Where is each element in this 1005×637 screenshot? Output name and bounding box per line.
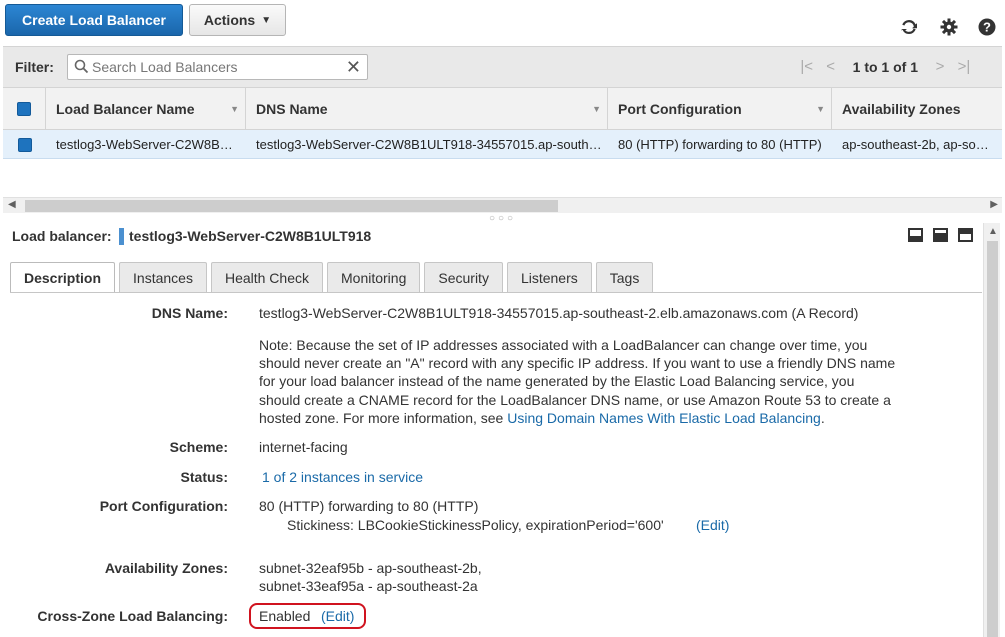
scheme-value: internet-facing — [259, 439, 348, 455]
port-configuration-label: Port Configuration: — [99, 498, 228, 514]
top-toolbar: Create Load Balancer Actions ▼ ? — [0, 0, 1005, 46]
tab-divider — [10, 292, 982, 293]
domain-names-link[interactable]: Using Domain Names With Elastic Load Bal… — [507, 410, 821, 426]
availability-zones-label: Availability Zones: — [104, 560, 228, 576]
scheme-label: Scheme: — [169, 439, 228, 455]
dns-note: Note: Because the set of IP addresses as… — [259, 336, 899, 427]
filter-label: Filter: — [15, 59, 54, 75]
scroll-right-icon[interactable]: ▶ — [990, 199, 998, 210]
stickiness-edit-link[interactable]: (Edit) — [696, 517, 729, 533]
select-all-checkbox-cell — [3, 88, 46, 130]
row-checkbox[interactable] — [17, 137, 32, 152]
help-icon[interactable]: ? — [976, 16, 998, 38]
sort-caret-icon: ▼ — [230, 104, 239, 114]
chevron-down-icon: ▼ — [261, 14, 272, 26]
scroll-left-icon[interactable]: ◀ — [8, 199, 16, 210]
highlight-annotation — [249, 603, 366, 629]
layout-split-icon[interactable] — [933, 228, 948, 242]
cell-port: 80 (HTTP) forwarding to 80 (HTTP) — [618, 137, 822, 152]
column-header-name[interactable]: Load Balancer Name ▼ — [46, 88, 246, 130]
pagination: |< < 1 to 1 of 1 > >| — [795, 58, 976, 75]
create-load-balancer-button[interactable]: Create Load Balancer — [5, 4, 183, 36]
column-header-label: Availability Zones — [842, 101, 961, 117]
availability-zone-2: subnet-33eaf95a - ap-southeast-2a — [259, 578, 478, 594]
gear-icon[interactable] — [938, 16, 960, 38]
cell-name: testlog3-WebServer-C2W8B… — [56, 137, 233, 152]
layout-icons — [908, 228, 973, 242]
tab-security[interactable]: Security — [424, 262, 503, 292]
cell-dns: testlog3-WebServer-C2W8B1ULT918-34557015… — [256, 137, 602, 152]
scrollbar-thumb[interactable] — [987, 241, 998, 637]
close-icon[interactable]: ✕ — [346, 58, 361, 76]
availability-zone-1: subnet-32eaf95b - ap-southeast-2b, — [259, 560, 482, 576]
dns-name-label: DNS Name: — [151, 305, 228, 321]
selection-indicator — [119, 228, 124, 245]
dns-name-value: testlog3-WebServer-C2W8B1ULT918-34557015… — [259, 305, 859, 321]
refresh-icon[interactable] — [898, 16, 920, 38]
tab-monitoring[interactable]: Monitoring — [327, 262, 421, 292]
scroll-up-icon[interactable]: ▲ — [988, 226, 998, 237]
cross-zone-label: Cross-Zone Load Balancing: — [37, 608, 228, 624]
tab-health-check[interactable]: Health Check — [210, 262, 323, 292]
cell-zones: ap-southeast-2b, ap-so… — [842, 137, 989, 152]
search-icon — [74, 59, 89, 77]
layout-bottom-small-icon[interactable] — [908, 228, 923, 242]
tab-tags[interactable]: Tags — [595, 262, 654, 292]
status-link[interactable]: 1 of 2 instances in service — [262, 469, 423, 485]
tab-instances[interactable]: Instances — [119, 262, 207, 292]
column-header-port[interactable]: Port Configuration ▼ — [608, 88, 832, 130]
column-header-label: Port Configuration — [618, 101, 742, 117]
row-checkbox-cell — [3, 130, 46, 159]
filter-bar: Filter: ✕ |< < 1 to 1 of 1 > >| — [3, 46, 1002, 88]
table-body-empty-area — [3, 159, 1002, 197]
horizontal-scrollbar[interactable]: ◀ ▶ — [3, 197, 1002, 213]
search-input[interactable] — [92, 58, 332, 76]
sort-caret-icon: ▼ — [592, 104, 601, 114]
load-balancer-label: Load balancer: — [12, 228, 112, 244]
layout-top-small-icon[interactable] — [958, 228, 973, 242]
vertical-scrollbar[interactable]: ▲ — [983, 223, 1000, 637]
first-page-icon[interactable]: |< — [795, 58, 819, 75]
load-balancer-name: testlog3-WebServer-C2W8B1ULT918 — [129, 228, 372, 244]
prev-page-icon[interactable]: < — [819, 58, 843, 75]
column-header-label: DNS Name — [256, 101, 328, 117]
column-header-label: Load Balancer Name — [56, 101, 195, 117]
table-row[interactable]: testlog3-WebServer-C2W8B… testlog3-WebSe… — [3, 130, 1002, 159]
page-range-text: 1 to 1 of 1 — [852, 58, 918, 75]
actions-label: Actions — [203, 12, 256, 28]
svg-text:?: ? — [983, 20, 991, 35]
actions-dropdown-button[interactable]: Actions ▼ — [189, 4, 286, 36]
tab-listeners[interactable]: Listeners — [506, 262, 592, 292]
table-header: Load Balancer Name ▼ DNS Name ▼ Port Confi… — [3, 88, 1002, 130]
next-page-icon[interactable]: > — [928, 58, 952, 75]
tab-description[interactable]: Description — [10, 262, 116, 293]
last-page-icon[interactable]: >| — [952, 58, 976, 75]
stickiness-value: Stickiness: LBCookieStickinessPolicy, ex… — [287, 517, 664, 533]
detail-header: Load balancer: testlog3-WebServer-C2W8B1… — [3, 222, 983, 252]
dns-note-end: . — [820, 409, 825, 426]
port-configuration-value: 80 (HTTP) forwarding to 80 (HTTP) — [259, 498, 479, 514]
search-box[interactable]: ✕ — [67, 54, 368, 80]
detail-tabs: Description Instances Health Check Monit… — [10, 262, 654, 293]
sort-caret-icon: ▼ — [816, 104, 825, 114]
status-label: Status: — [180, 469, 228, 485]
column-header-zones[interactable]: Availability Zones — [832, 88, 1002, 130]
select-all-checkbox[interactable] — [17, 102, 31, 116]
column-header-dns[interactable]: DNS Name ▼ — [246, 88, 608, 130]
scrollbar-thumb[interactable] — [25, 200, 558, 212]
